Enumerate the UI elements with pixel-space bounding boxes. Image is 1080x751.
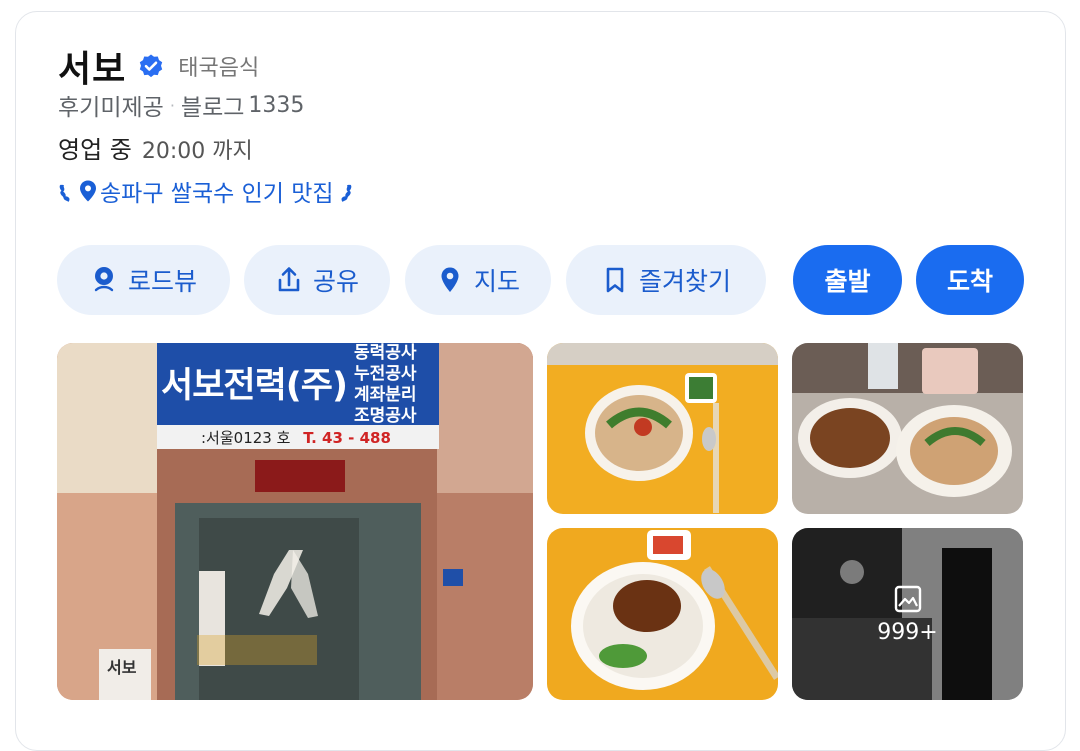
meta-separator: ·	[169, 95, 175, 115]
share-icon	[275, 265, 303, 295]
place-name[interactable]: 서보	[58, 40, 126, 92]
storefront-photo[interactable]: 서보전력(주) 동력공사 누전공사 계좌분리 조명공사 :서울0123 호 T.…	[57, 343, 533, 700]
popular-badge[interactable]: 송파구 쌀국수 인기 맛집	[58, 174, 353, 208]
more-photos-count: 999+	[877, 619, 938, 645]
sign-service-item: 동력공사	[354, 343, 417, 363]
closing-time: 20:00 까지	[141, 139, 253, 164]
food-photo-pork[interactable]	[547, 528, 778, 700]
badge-text: 송파구 쌀국수 인기 맛집	[100, 181, 334, 207]
sign-services: 동력공사 누전공사 계좌분리 조명공사	[354, 343, 434, 427]
share-button[interactable]: 공유	[244, 245, 390, 315]
sign-phone-number: T. 43 - 488	[303, 429, 391, 447]
bookmark-icon	[601, 265, 629, 295]
depart-button[interactable]: 출발	[793, 245, 902, 315]
share-label: 공유	[312, 267, 359, 296]
map-button[interactable]: 지도	[405, 245, 551, 315]
sign-phone-prefix: :서울0123 호	[201, 429, 291, 447]
place-category: 태국음식	[178, 56, 260, 81]
gallery-icon	[893, 584, 923, 614]
more-photos-overlay[interactable]: 999+	[792, 528, 1023, 700]
food-photo-noodles[interactable]	[547, 343, 778, 514]
meta-row: 후기미제공 · 블로그 1335	[58, 88, 304, 122]
blog-count[interactable]: 1335	[248, 93, 304, 118]
laurel-left-icon	[58, 179, 74, 203]
title-row: 서보 태국음식	[58, 38, 259, 94]
sign-phone-line: :서울0123 호 T. 43 - 488	[201, 427, 391, 448]
map-pin-icon	[436, 265, 464, 295]
roadview-icon	[90, 265, 118, 295]
open-status: 영업 중	[58, 136, 132, 164]
roadview-button[interactable]: 로드뷰	[57, 245, 230, 315]
bookmark-button[interactable]: 즐겨찾기	[566, 245, 766, 315]
depart-label: 출발	[824, 267, 871, 296]
photo-more[interactable]: 999+	[792, 528, 1023, 700]
sign-service-item: 누전공사	[354, 364, 417, 384]
arrive-button[interactable]: 도착	[916, 245, 1024, 315]
review-label[interactable]: 후기미제공	[58, 88, 164, 122]
location-pin-icon	[78, 179, 98, 203]
status-row: 영업 중 20:00 까지	[58, 130, 253, 165]
food-photo-table[interactable]	[792, 343, 1023, 514]
roadview-label: 로드뷰	[127, 267, 197, 296]
action-buttons: 로드뷰 공유 지도 즐겨찾기 출발 도착	[57, 245, 1024, 315]
small-sign-text: 서보	[107, 658, 137, 677]
laurel-right-icon	[337, 179, 353, 203]
arrive-label: 도착	[946, 267, 993, 296]
sign-service-item: 조명공사	[354, 406, 417, 426]
map-label: 지도	[473, 267, 520, 296]
blog-label[interactable]: 블로그	[181, 88, 244, 122]
bookmark-label: 즐겨찾기	[638, 267, 731, 296]
verified-icon	[138, 53, 164, 79]
sign-main-text: 서보전력(주)	[161, 366, 348, 406]
sign-service-item: 계좌분리	[354, 385, 417, 405]
